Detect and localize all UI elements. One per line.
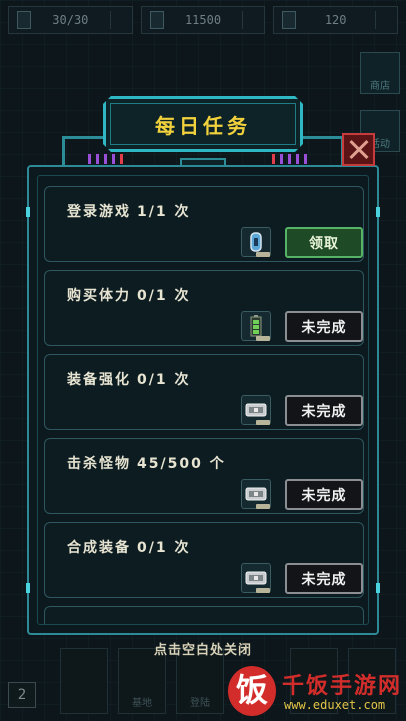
equipment-chest-icon[interactable]: [241, 479, 271, 509]
equipment-chest-icon[interactable]: [241, 395, 271, 425]
task-row: 购买体力 0/1 次 未完成: [44, 270, 364, 346]
battery-icon: [17, 11, 31, 29]
close-hint: 点击空白处关闭: [153, 643, 252, 658]
right-indicator-lights: [272, 154, 307, 164]
incomplete-button[interactable]: 未完成: [285, 395, 363, 426]
dialog-title-plaque: 每日任务: [103, 96, 303, 152]
daily-tasks-panel: 登录游戏 1/1 次 领取 购买体力 0/1 次 未完成 装备强化 0/1 次 未完成: [26, 165, 380, 635]
claim-button[interactable]: 领取: [285, 227, 363, 258]
coin-icon: [149, 11, 164, 29]
watermark-url: www.eduxet.com: [284, 698, 386, 712]
gem-capsule-icon[interactable]: [241, 227, 271, 257]
task-row: 击杀怪物 45/500 个 未完成: [44, 438, 364, 514]
task-row: 登录游戏 1/1 次 领取: [44, 186, 364, 262]
task-name: 登录游戏: [67, 204, 131, 220]
task-progress: 0/1 次: [137, 288, 191, 304]
incomplete-button[interactable]: 未完成: [285, 479, 363, 510]
energy-icon: [282, 11, 297, 29]
incomplete-button[interactable]: 未完成: [285, 563, 363, 594]
task-progress: 1/1 次: [137, 204, 191, 220]
dialog-title: 每日任务: [155, 113, 251, 138]
shop-label: 商店: [370, 81, 390, 92]
watermark-title: 千饭手游网: [282, 674, 403, 699]
task-name: 合成装备: [67, 540, 131, 556]
add-stamina-icon: [109, 11, 124, 29]
left-indicator-lights: [88, 154, 123, 164]
battery-cell-icon[interactable]: [241, 311, 271, 341]
watermark: 饭 千饭手游网 www.eduxet.com: [228, 666, 404, 720]
task-name: 击杀怪物: [67, 456, 131, 472]
coins-value: 11500: [184, 13, 222, 27]
resource-stamina[interactable]: 30/30: [8, 6, 133, 34]
shop-button[interactable]: 商店: [360, 52, 400, 94]
resource-bar: 30/30 11500 120: [0, 0, 406, 40]
task-name: 装备强化: [67, 372, 131, 388]
close-button[interactable]: [342, 133, 375, 166]
task-list[interactable]: 登录游戏 1/1 次 领取 购买体力 0/1 次 未完成 装备强化 0/1 次 未完成: [37, 175, 369, 625]
task-progress: 0/1 次: [137, 540, 191, 556]
task-progress: 45/500 个: [137, 456, 226, 472]
task-row-partial: [44, 606, 364, 624]
level-indicator: 2: [8, 682, 36, 708]
resource-coins[interactable]: 11500: [140, 6, 266, 34]
task-progress: 0/1 次: [137, 372, 191, 388]
task-row: 装备强化 0/1 次 未完成: [44, 354, 364, 430]
task-name: 购买体力: [67, 288, 131, 304]
task-row: 合成装备 0/1 次 未完成: [44, 522, 364, 598]
watermark-logo: 饭: [228, 666, 276, 716]
energy-value: 120: [324, 13, 347, 27]
resource-energy[interactable]: 120: [273, 6, 399, 34]
incomplete-button[interactable]: 未完成: [285, 311, 363, 342]
equipment-chest-icon[interactable]: [241, 563, 271, 593]
add-energy-icon: [375, 11, 389, 29]
stamina-value: 30/30: [52, 13, 89, 27]
add-coins-icon: [242, 11, 256, 29]
